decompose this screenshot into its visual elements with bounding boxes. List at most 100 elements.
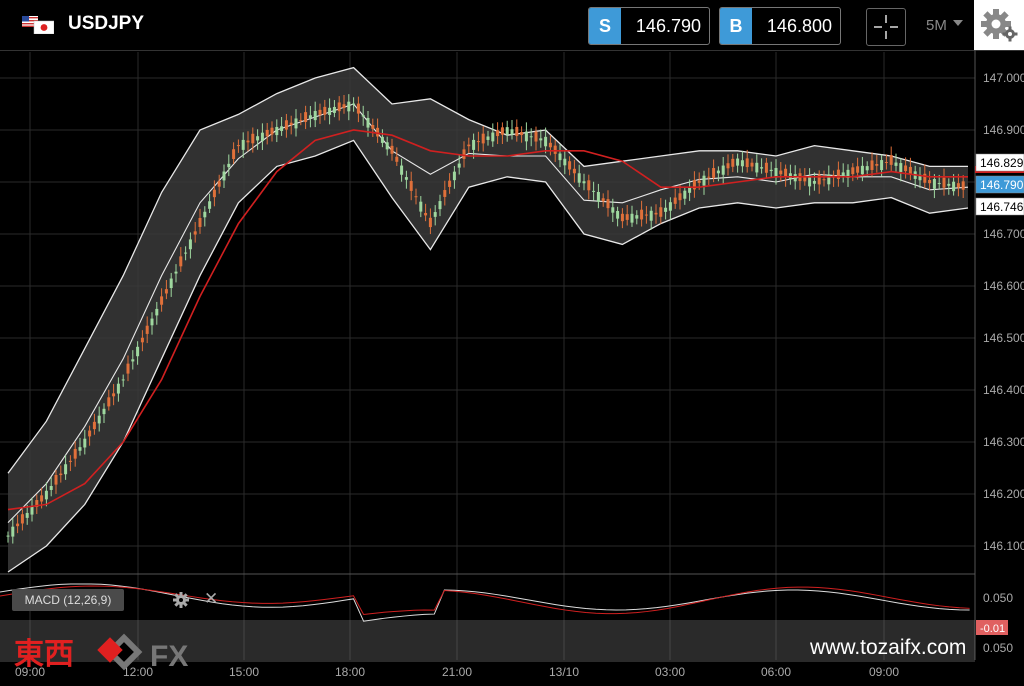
candle-body	[707, 176, 711, 178]
candle-body	[73, 448, 77, 459]
tozai-logo: 東西 FX	[14, 633, 188, 673]
candle-body	[481, 133, 485, 144]
candle-body	[884, 161, 888, 163]
candle-body	[217, 181, 221, 187]
candle-body	[563, 158, 567, 166]
candle-body	[558, 153, 562, 161]
candle-body	[419, 201, 423, 212]
candle-body	[520, 131, 524, 136]
candle-body	[428, 217, 432, 228]
candle-body	[553, 145, 557, 154]
candle-body	[942, 177, 946, 188]
candlestick-series	[6, 94, 965, 544]
candle-body	[937, 183, 941, 185]
candle-body	[568, 161, 572, 170]
gear-icon[interactable]	[172, 591, 190, 609]
candle-body	[812, 180, 816, 184]
candle-body	[251, 133, 255, 144]
candle-body	[774, 167, 778, 178]
candle-body	[356, 103, 360, 114]
macd-tick-label: 0.050	[983, 591, 1013, 605]
buy-label: B	[720, 8, 752, 44]
candle-body	[625, 214, 629, 220]
candle-body	[620, 213, 624, 222]
candle-body	[697, 180, 701, 183]
candle-body	[947, 183, 951, 186]
ma-marker	[975, 166, 1024, 173]
crosshair-button[interactable]	[866, 8, 906, 46]
candle-body	[49, 486, 53, 490]
candle-body	[92, 421, 96, 430]
candle-body	[889, 155, 893, 165]
candle-body	[174, 271, 178, 274]
candle-body	[496, 130, 500, 137]
watermark-site: www.tozaifx.com	[810, 636, 967, 659]
candle-body	[366, 117, 370, 128]
candle-body	[280, 126, 284, 131]
candle-body	[534, 131, 538, 142]
time-tick-label: 03:00	[655, 665, 685, 679]
sell-button[interactable]: S 146.790	[588, 7, 710, 45]
candle-body	[515, 126, 519, 136]
candle-body	[97, 415, 101, 424]
candle-body	[169, 278, 173, 289]
chart-toolbar: USDJPY S 146.790 B 146.800 5M	[0, 0, 1024, 51]
candle-body	[808, 177, 812, 187]
candle-body	[750, 162, 754, 167]
candle-body	[155, 308, 159, 316]
timeframe-selector[interactable]: 5M	[926, 17, 947, 34]
candle-body	[668, 202, 672, 211]
macd-value-label: -0.01	[980, 623, 1005, 635]
ma-path	[7, 129, 968, 511]
candle-body	[673, 197, 677, 204]
price-tick-label: 146.500	[983, 331, 1024, 345]
price-tick-label: 146.200	[983, 487, 1024, 501]
close-icon[interactable]: ✕	[204, 590, 218, 608]
candle-body	[745, 158, 749, 168]
price-chart[interactable]: 147.000 146.900 146.800 146.700 146.600 146.5…	[0, 0, 1024, 686]
candle-body	[904, 165, 908, 172]
candle-body	[265, 129, 269, 137]
candle-body	[702, 175, 706, 186]
price-tick-label: 146.400	[983, 383, 1024, 397]
buy-button[interactable]: B 146.800	[719, 7, 841, 45]
candle-body	[630, 213, 634, 223]
candle-body	[822, 179, 826, 181]
candle-body	[438, 201, 442, 210]
time-tick-label: 18:00	[335, 665, 365, 679]
candle-body	[779, 170, 783, 175]
candle-body	[760, 167, 764, 169]
candle-body	[83, 438, 87, 448]
candle-body	[227, 163, 231, 168]
candle-body	[793, 174, 797, 182]
time-tick-label: 09:00	[869, 665, 899, 679]
candle-body	[764, 162, 768, 173]
candle-body	[260, 132, 264, 142]
candle-body	[817, 174, 821, 185]
candle-body	[380, 136, 384, 143]
candle-body	[424, 212, 428, 216]
candle-body	[361, 115, 365, 117]
candle-body	[150, 318, 154, 326]
candle-body	[140, 337, 144, 343]
macd-tick-label: 0.050	[983, 641, 1013, 655]
candle-body	[587, 180, 591, 191]
candle-body	[25, 512, 29, 518]
candle-body	[592, 190, 596, 192]
macd-line	[0, 583, 970, 622]
candle-body	[308, 115, 312, 119]
candle-body	[880, 160, 884, 171]
candle-body	[208, 201, 212, 209]
candle-body	[611, 207, 615, 213]
bollinger-middle-line	[7, 103, 969, 523]
candle-body	[232, 149, 236, 160]
macd-indicator-label[interactable]: MACD (12,26,9)	[12, 589, 124, 611]
candle-body	[731, 158, 735, 167]
candle-body	[601, 198, 605, 202]
candle-body	[203, 211, 207, 218]
chart-settings-button[interactable]	[974, 0, 1024, 50]
sell-price: 146.790	[635, 15, 701, 36]
candle-body	[462, 149, 466, 159]
candle-body	[664, 207, 668, 212]
candle-body	[54, 475, 58, 485]
